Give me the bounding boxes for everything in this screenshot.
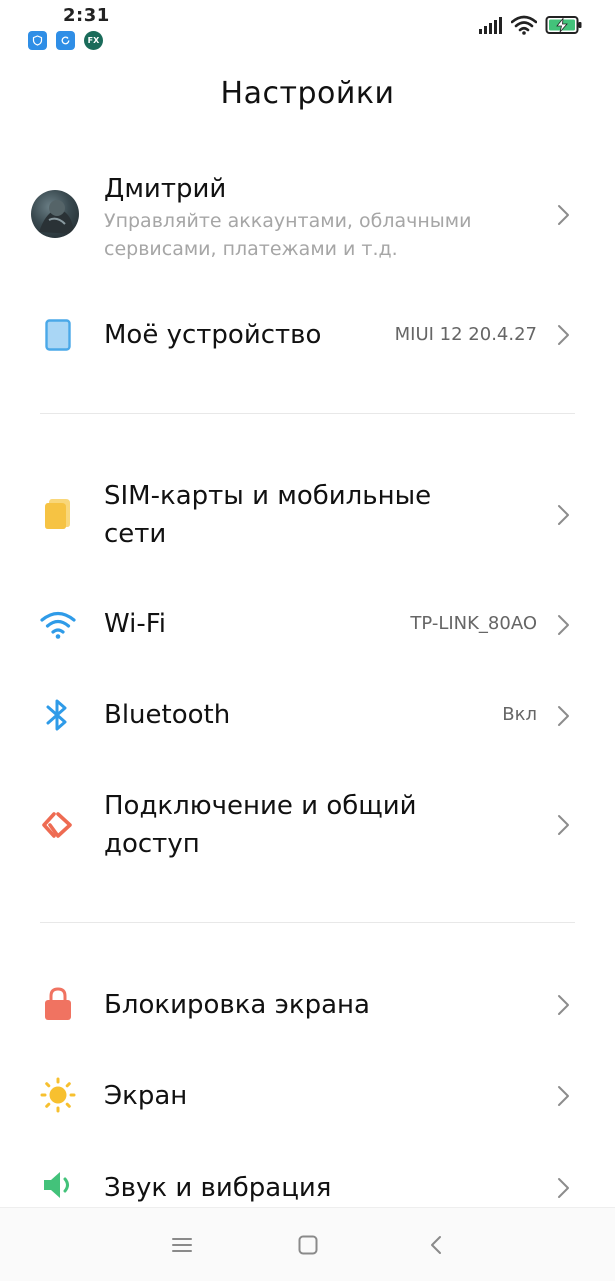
connection-sharing-row[interactable]: Подключение и общий доступ — [0, 780, 615, 870]
sound-vibration-label: Звук и вибрация — [104, 1173, 332, 1203]
menu-icon[interactable] — [170, 1233, 194, 1257]
signal-icon — [479, 17, 502, 34]
chevron-right-icon — [558, 505, 569, 525]
avatar — [31, 190, 79, 238]
display-label: Экран — [104, 1081, 188, 1111]
account-subtitle-line1: Управляйте аккаунтами, облачными — [104, 210, 472, 232]
app-shield-icon — [28, 31, 47, 50]
chevron-right-icon — [558, 995, 569, 1015]
wifi-value: TP-LINK_80AO — [410, 613, 537, 634]
back-icon[interactable] — [425, 1233, 449, 1257]
sound-vibration-row[interactable]: Звук и вибрация — [0, 1148, 615, 1207]
home-icon[interactable] — [296, 1233, 320, 1257]
battery-charging-icon — [545, 16, 582, 34]
phone-icon — [45, 319, 71, 351]
account-row[interactable]: Дмитрий Управляйте аккаунтами, облачными… — [0, 160, 615, 280]
lock-screen-label: Блокировка экрана — [104, 990, 370, 1020]
page-title: Настройки — [220, 76, 395, 111]
notification-icons: FX — [28, 31, 103, 50]
bluetooth-value: Вкл — [502, 704, 537, 725]
chevron-right-icon — [558, 1178, 569, 1198]
display-row[interactable]: Экран — [0, 1056, 615, 1136]
account-name: Дмитрий — [104, 174, 227, 204]
bluetooth-row[interactable]: Bluetooth Вкл — [0, 675, 615, 755]
section-divider — [40, 413, 575, 414]
sim-card-icon — [45, 499, 70, 529]
connection-label-line2: доступ — [104, 829, 200, 859]
chevron-right-icon — [558, 205, 569, 225]
bluetooth-label: Bluetooth — [104, 700, 231, 730]
lock-screen-row[interactable]: Блокировка экрана — [0, 965, 615, 1045]
status-bar: 2:31 FX — [0, 0, 615, 60]
section-divider — [40, 922, 575, 923]
navigation-bar — [0, 1207, 615, 1281]
chevron-right-icon — [558, 325, 569, 345]
chevron-right-icon — [558, 615, 569, 635]
chevron-right-icon — [558, 1086, 569, 1106]
wifi-label: Wi-Fi — [104, 609, 167, 639]
connection-label-line1: Подключение и общий — [104, 791, 417, 821]
app-refresh-icon — [56, 31, 75, 50]
connection-sharing-icon — [42, 812, 72, 838]
account-subtitle-line2: сервисами, платежами и т.д. — [104, 238, 398, 260]
device-label: Моё устройство — [104, 320, 322, 350]
sim-label-line2: сети — [104, 519, 167, 549]
brightness-icon — [40, 1077, 76, 1113]
speaker-icon — [44, 1172, 69, 1198]
chevron-right-icon — [558, 706, 569, 726]
sim-label-line1: SIM-карты и мобильные — [104, 481, 432, 511]
wifi-icon — [40, 611, 76, 639]
lock-icon — [45, 987, 71, 1020]
status-time: 2:31 — [63, 5, 110, 26]
device-value: MIUI 12 20.4.27 — [394, 324, 537, 345]
device-row[interactable]: Моё устройство MIUI 12 20.4.27 — [0, 295, 615, 375]
fx-file-explorer-icon: FX — [84, 31, 103, 50]
system-status-icons — [479, 15, 583, 35]
sim-row[interactable]: SIM-карты и мобильные сети — [0, 470, 615, 560]
wifi-icon — [511, 15, 537, 35]
wifi-row[interactable]: Wi-Fi TP-LINK_80AO — [0, 585, 615, 665]
chevron-right-icon — [558, 815, 569, 835]
bluetooth-icon — [46, 699, 67, 731]
